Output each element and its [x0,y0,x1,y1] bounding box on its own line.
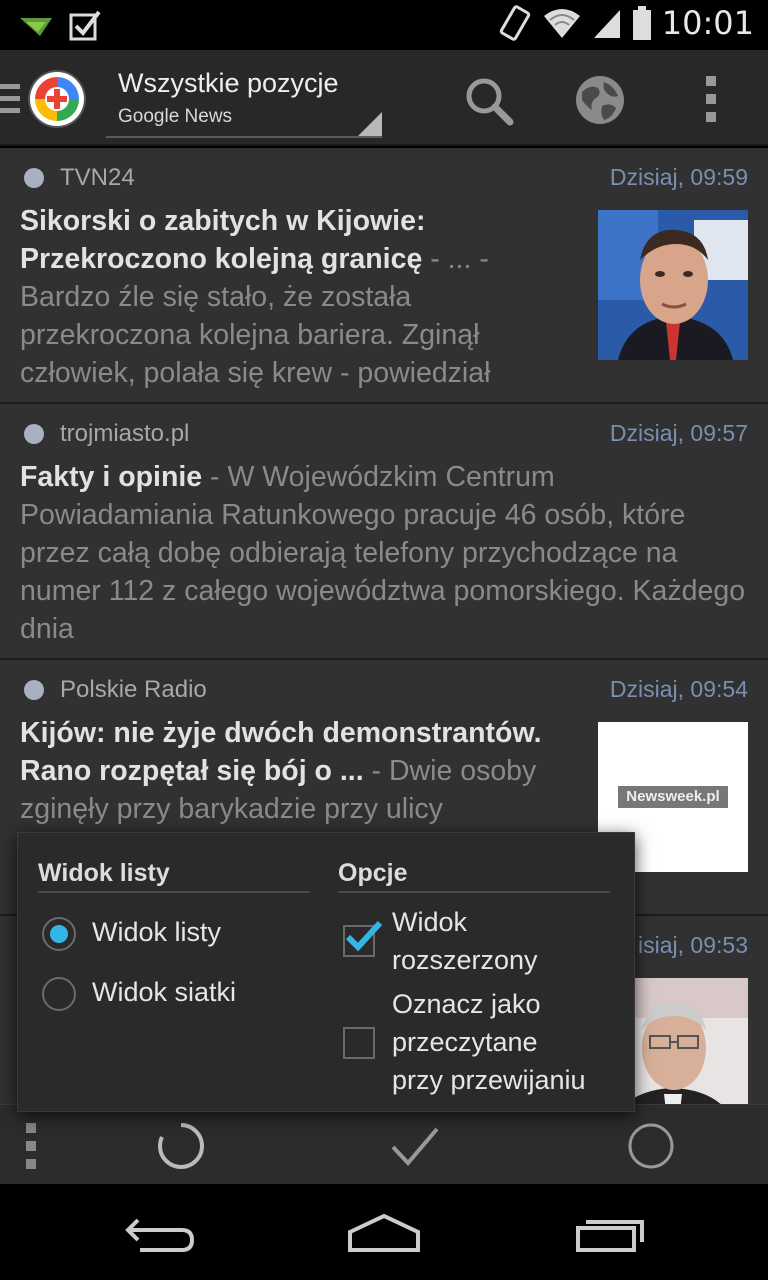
expanded-label-line2[interactable]: rozszerzony [392,945,538,976]
item-time: Dzisiaj, 09:54 [609,676,748,702]
view-options-popup: Widok listy Opcje Widok listy Widok siat… [17,832,635,1112]
refresh-spinner-icon[interactable] [156,1121,206,1171]
item-source: Polskie Radio [60,676,207,703]
mark-read-checkbox[interactable] [343,1027,375,1059]
action-bar: Wszystkie pozycje Google News [0,50,768,146]
divider [38,891,310,893]
battery-icon [632,6,651,40]
radio-list-button[interactable] [42,917,76,951]
item-thumbnail [598,210,748,360]
unread-dot-icon [24,680,44,700]
feed-selector[interactable]: Wszystkie pozycje Google News [106,66,382,138]
radio-grid-label[interactable]: Widok siatki [92,977,236,1008]
view-section-header: Widok listy [38,859,170,887]
item-time: Dzisiaj, 09:57 [609,420,748,446]
overflow-icon[interactable] [698,74,726,126]
circle-icon[interactable] [626,1121,676,1171]
signal-icon [593,10,620,38]
divider [338,891,610,893]
navigation-bar [0,1184,768,1280]
item-source: TVN24 [60,164,135,191]
item-time: isiaj, 09:53 [638,932,748,958]
item-source: trojmiasto.pl [60,420,190,447]
list-item[interactable]: TVN24 Dzisiaj, 09:59 Sikorski o zabitych… [0,148,768,404]
newsweek-logo: Newsweek.pl [618,786,728,808]
recents-icon[interactable] [574,1214,646,1254]
mark-read-label-line2[interactable]: przeczytane [392,1027,538,1058]
item-text: Sikorski o zabitych w Kijowie: Przekrocz… [20,202,584,392]
drawer-icon[interactable] [0,84,20,114]
radio-grid-button[interactable] [42,977,76,1011]
back-icon[interactable] [124,1214,196,1254]
item-headline: Fakty i opinie [20,461,203,493]
vibrate-icon [499,5,530,41]
mark-read-check-icon[interactable] [390,1125,440,1169]
search-icon[interactable] [462,74,516,128]
notification-icon [20,18,52,36]
globe-icon[interactable] [572,72,628,128]
unread-dot-icon [24,168,44,188]
wifi-icon [543,9,580,38]
checkbox-icon [69,10,101,41]
options-section-header: Opcje [338,859,408,887]
item-time: Dzisiaj, 09:59 [609,164,748,190]
status-clock: 10:01 [661,4,754,42]
page-subtitle: Google News [118,106,233,127]
menu-dots-icon[interactable] [26,1123,38,1169]
status-bar: 10:01 [0,0,768,50]
expanded-label-line1[interactable]: Widok [392,907,467,938]
item-headline: Sikorski o zabitych w Kijowie: Przekrocz… [20,205,426,275]
checkmark-icon [345,920,383,952]
bottom-toolbar [0,1104,768,1184]
home-icon[interactable] [346,1212,422,1254]
item-text: Fakty i opinie - W Wojewódzkim Centrum P… [20,458,748,648]
list-item[interactable]: trojmiasto.pl Dzisiaj, 09:57 Fakty i opi… [0,404,768,660]
mark-read-label-line3[interactable]: przy przewijaniu [392,1065,586,1096]
unread-dot-icon [24,424,44,444]
page-title: Wszystkie pozycje [118,68,339,98]
mark-read-label-line1[interactable]: Oznacz jako [392,989,541,1020]
radio-list-label[interactable]: Widok listy [92,917,221,948]
dropdown-triangle-icon [358,112,382,136]
app-logo[interactable] [30,72,84,126]
